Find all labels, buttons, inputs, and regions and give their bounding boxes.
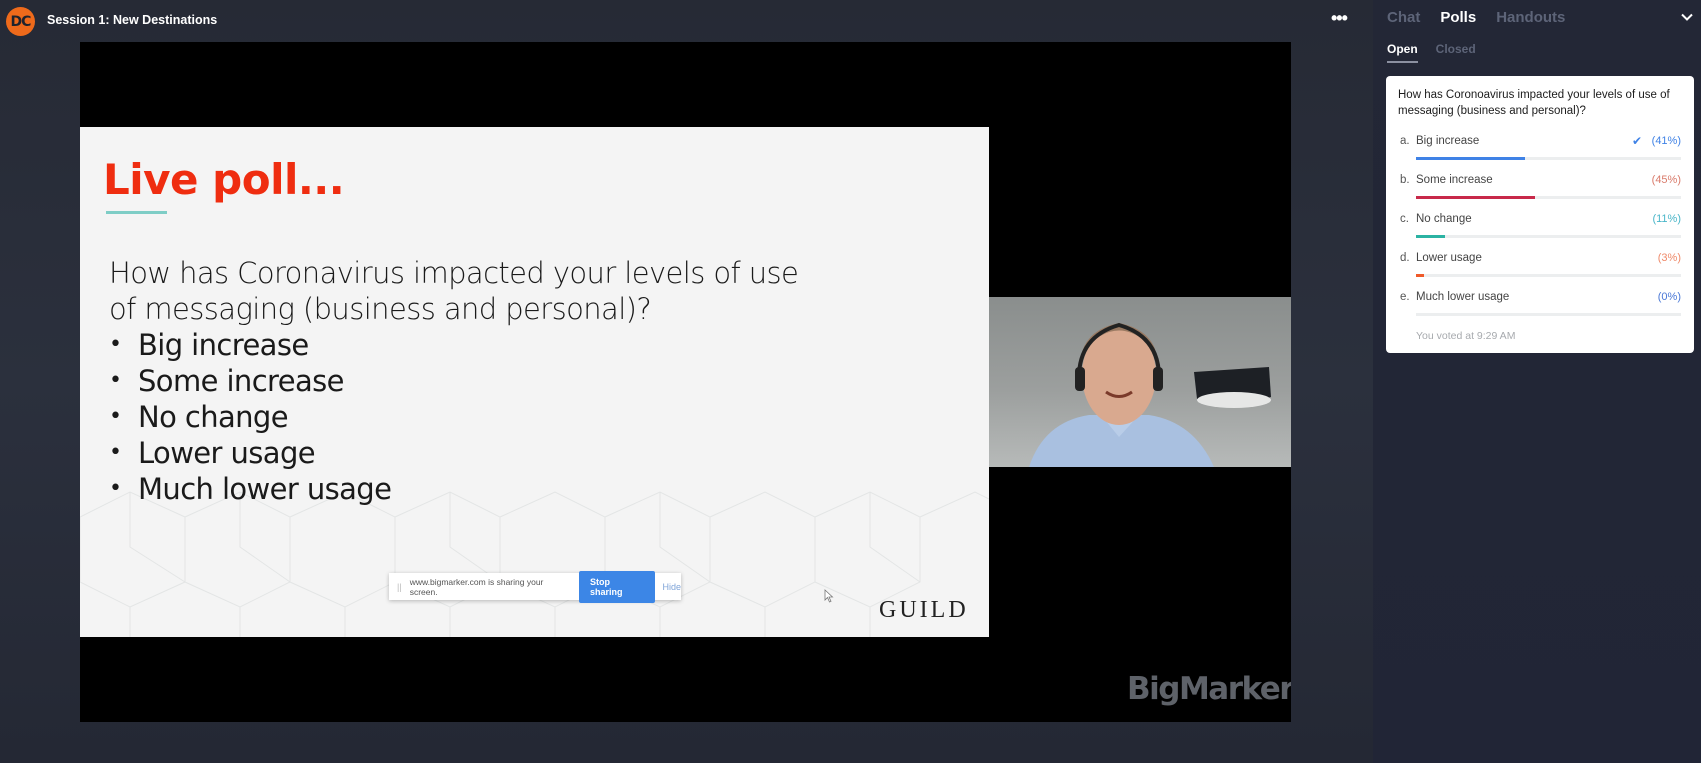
- slide-question: How has Coronavirus impacted your levels…: [109, 256, 799, 326]
- drag-handle-icon[interactable]: ||: [397, 582, 402, 592]
- session-title: Session 1: New Destinations: [47, 13, 218, 27]
- poll-progress-track: [1416, 157, 1681, 160]
- poll-option-letter: a.: [1400, 135, 1410, 147]
- presenter-webcam: [989, 297, 1291, 467]
- tab-handouts[interactable]: Handouts: [1496, 9, 1565, 26]
- poll-progress-track: [1416, 196, 1681, 199]
- subtab-open[interactable]: Open: [1387, 42, 1418, 63]
- presenter-video-icon: [1029, 322, 1271, 467]
- poll-option-label: No change: [1416, 213, 1472, 225]
- slide-option: • Some increase: [109, 364, 345, 398]
- poll-progress-track: [1416, 235, 1681, 238]
- tab-chat[interactable]: Chat: [1387, 9, 1420, 26]
- poll-progress-fill: [1416, 235, 1446, 238]
- sidebar-tabs: Chat Polls Handouts: [1387, 9, 1565, 26]
- poll-option-letter: e.: [1400, 291, 1410, 303]
- slide-option: • Lower usage: [109, 436, 316, 470]
- poll-progress-track: [1416, 313, 1681, 316]
- poll-subtabs: Open Closed: [1387, 42, 1476, 63]
- poll-option-label: Lower usage: [1416, 252, 1482, 264]
- poll-option-label: Big increase: [1416, 135, 1480, 147]
- mouse-cursor-icon: [824, 589, 834, 603]
- poll-option[interactable]: c. No change (11%): [1386, 213, 1694, 249]
- poll-option[interactable]: e. Much lower usage (0%): [1386, 291, 1694, 327]
- poll-question: How has Coronoavirus impacted your level…: [1398, 89, 1670, 117]
- poll-option-percent: (11%): [1652, 213, 1681, 225]
- poll-option-label: Some increase: [1416, 174, 1493, 186]
- poll-option-percent: (45%): [1651, 174, 1681, 186]
- slide-title: Live poll...: [103, 155, 345, 204]
- poll-option-label: Much lower usage: [1416, 291, 1510, 303]
- poll-option-letter: d.: [1400, 252, 1410, 264]
- voted-timestamp: You voted at 9:29 AM: [1416, 330, 1516, 342]
- slide-title-underline: [106, 211, 167, 214]
- share-message: www.bigmarker.com is sharing your screen…: [409, 576, 544, 597]
- poll-option-letter: c.: [1400, 213, 1409, 225]
- slide-option: • Big increase: [109, 328, 309, 362]
- poll-option-percent: (0%): [1657, 291, 1681, 303]
- shared-screen-slide: Live poll... How has Coronavirus impacte…: [80, 127, 989, 637]
- slide-background-pattern: [80, 491, 989, 637]
- poll-option[interactable]: a. Big increase ✔ (41%): [1386, 134, 1694, 171]
- slide-options-list: • Big increase • Some increase • No change …: [109, 327, 392, 507]
- poll-progress-fill: [1416, 157, 1525, 160]
- sidebar-panel: Chat Polls Handouts Open Closed How has …: [1373, 0, 1701, 763]
- more-options-button[interactable]: •••: [1331, 8, 1348, 28]
- checkmark-icon: ✔: [1631, 134, 1642, 148]
- presentation-stage: Live poll... How has Coronavirus impacte…: [80, 42, 1291, 722]
- poll-card: How has Coronoavirus impacted your level…: [1386, 76, 1694, 353]
- poll-progress-fill: [1416, 274, 1424, 277]
- stop-sharing-button[interactable]: Stop sharing: [579, 570, 656, 603]
- screen-share-notification: || www.bigmarker.com is sharing your scr…: [389, 570, 681, 603]
- slide-option: • No change: [109, 400, 289, 434]
- poll-progress-track: [1416, 274, 1681, 277]
- poll-option[interactable]: b. Some increase (45%): [1386, 174, 1694, 210]
- hide-button[interactable]: Hide: [662, 582, 681, 592]
- slide-option: • Much lower usage: [109, 472, 392, 506]
- tab-polls[interactable]: Polls: [1440, 9, 1476, 26]
- chevron-down-icon[interactable]: [1680, 10, 1694, 24]
- poll-option[interactable]: d. Lower usage (3%): [1386, 252, 1694, 288]
- poll-option-percent: (3%): [1657, 252, 1681, 264]
- guild-logo: GUILD: [879, 597, 969, 623]
- poll-option-letter: b.: [1400, 174, 1410, 186]
- poll-progress-fill: [1416, 196, 1536, 199]
- app-logo: DC: [6, 7, 35, 36]
- poll-option-percent: (41%): [1651, 135, 1681, 147]
- subtab-closed[interactable]: Closed: [1436, 42, 1476, 63]
- ellipsis-icon: •••: [1331, 8, 1348, 28]
- bigmarker-watermark: BigMarker: [1127, 671, 1291, 707]
